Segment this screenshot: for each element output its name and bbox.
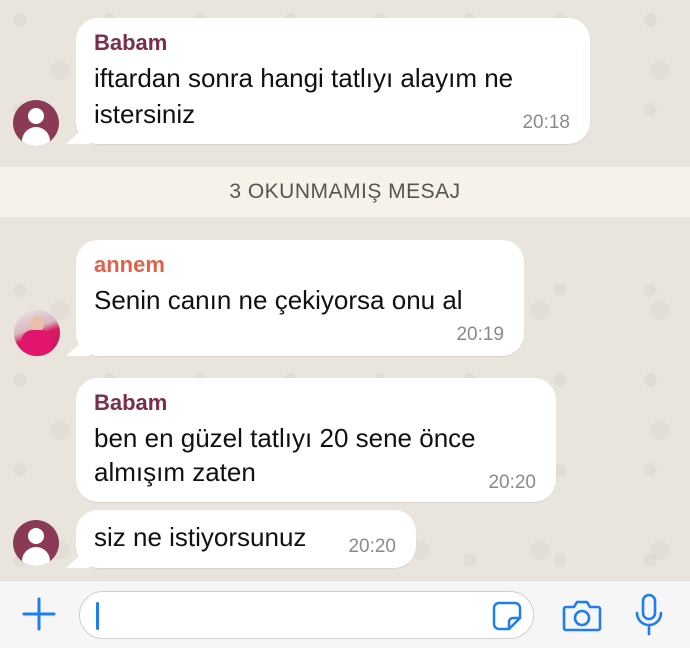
- sticker-icon[interactable]: [491, 600, 523, 632]
- plus-icon[interactable]: [20, 595, 58, 633]
- message-text: istersiniz: [94, 99, 196, 129]
- message-bubble[interactable]: Babam iftardan sonra hangi tatlıyı alayı…: [76, 18, 590, 144]
- sender-name: Babam: [94, 30, 168, 55]
- composer-bar: [0, 580, 690, 648]
- message-text: almışım zaten: [94, 457, 256, 487]
- person-avatar-icon[interactable]: [13, 520, 59, 566]
- message-time: 20:20: [348, 536, 396, 557]
- message-input[interactable]: [79, 591, 534, 639]
- person-avatar-icon[interactable]: [13, 100, 59, 146]
- message-text: Senin canın ne çekiyorsa onu al: [94, 285, 463, 315]
- chat-area: Babam iftardan sonra hangi tatlıyı alayı…: [0, 0, 690, 580]
- message-text: ben en güzel tatlıyı 20 sene önce: [94, 423, 476, 453]
- message-bubble[interactable]: Babam ben en güzel tatlıyı 20 sene önce …: [76, 378, 556, 502]
- contact-photo-avatar[interactable]: [14, 310, 60, 356]
- message-time: 20:20: [488, 472, 536, 493]
- message-time: 20:18: [522, 112, 570, 133]
- microphone-icon[interactable]: [634, 593, 664, 637]
- message-text: iftardan sonra hangi tatlıyı alayım ne: [94, 63, 514, 93]
- message-bubble[interactable]: siz ne istiyorsunuz 20:20: [76, 510, 416, 568]
- message-time: 20:19: [456, 324, 504, 345]
- message-text: siz ne istiyorsunuz: [94, 522, 307, 552]
- camera-icon[interactable]: [562, 597, 602, 633]
- sender-name: Babam: [94, 390, 168, 415]
- text-caret: [96, 602, 99, 630]
- unread-banner: 3 OKUNMAMIŞ MESAJ: [0, 167, 690, 217]
- sender-name: annem: [94, 252, 165, 277]
- message-bubble[interactable]: annem Senin canın ne çekiyorsa onu al 20…: [76, 240, 524, 356]
